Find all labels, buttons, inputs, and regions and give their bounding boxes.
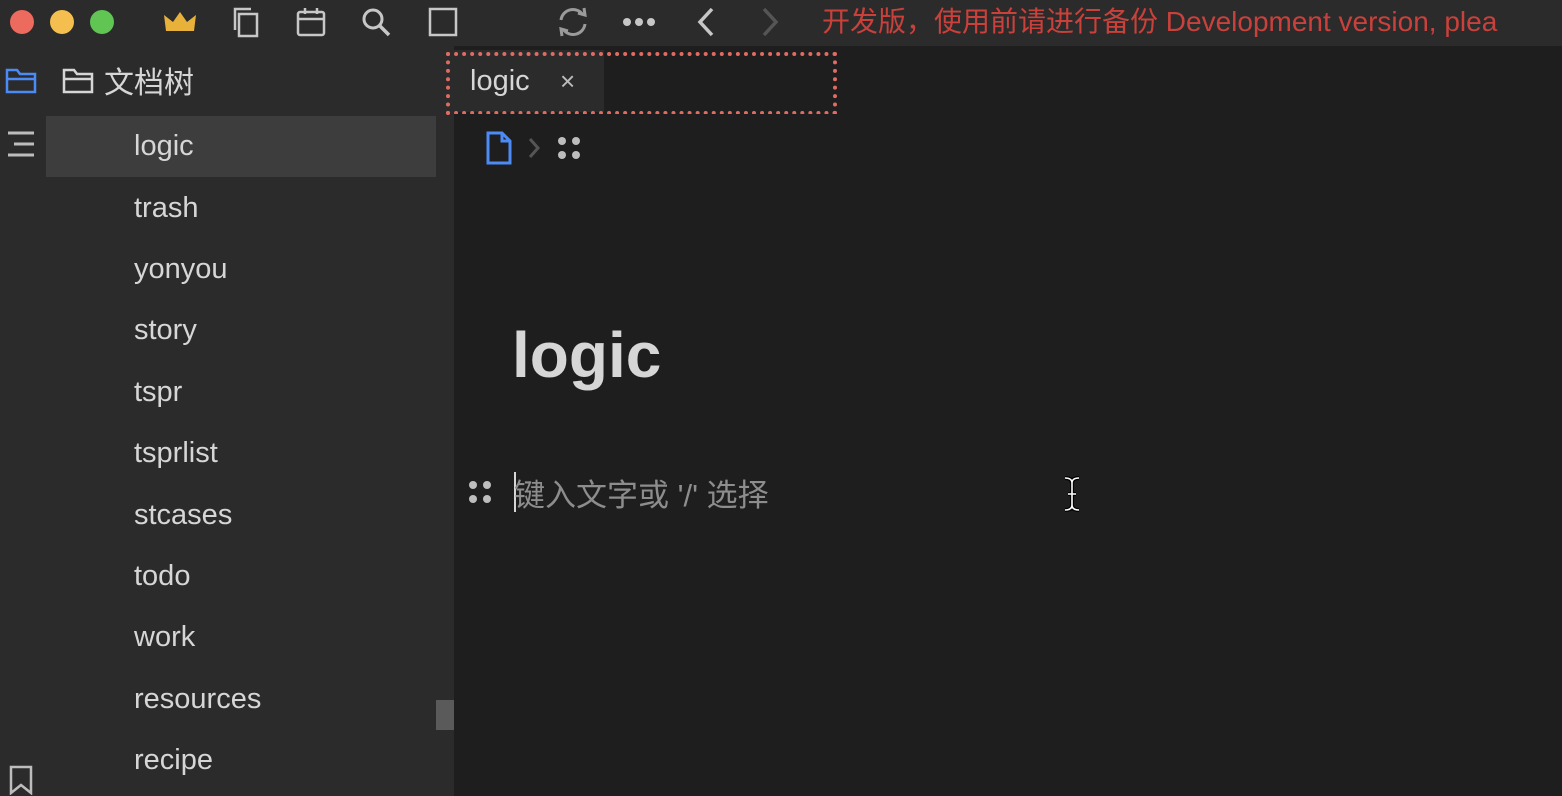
editor-block[interactable]: 键入文字或 '/' 选择 — [466, 470, 769, 514]
back-icon[interactable] — [688, 5, 724, 39]
ibeam-cursor-icon — [1064, 476, 1080, 512]
calendar-icon[interactable] — [293, 5, 329, 39]
development-version-banner: 开发版，使用前请进行备份 Development version, plea — [822, 6, 1498, 37]
tree-item-tsprlist[interactable]: tsprlist — [46, 423, 436, 484]
title-bar: 开发版，使用前请进行备份 Development version, plea — [0, 0, 1562, 46]
tree-item-resources[interactable]: resources — [46, 669, 436, 730]
tree-item-yonyou[interactable]: yonyou — [46, 239, 436, 300]
minimize-window-button[interactable] — [50, 10, 74, 34]
block-placeholder: 键入文字或 '/' 选择 — [514, 477, 769, 513]
tab-label: logic — [470, 64, 530, 97]
tab-close-icon[interactable]: × — [560, 66, 575, 97]
more-icon[interactable] — [621, 5, 657, 39]
editor: logic 键入文字或 '/' 选择 — [454, 114, 1562, 796]
copy-icon[interactable] — [228, 5, 264, 39]
crown-icon[interactable] — [162, 5, 198, 39]
breadcrumb — [484, 128, 584, 168]
square-icon[interactable] — [425, 5, 461, 39]
app-window: 开发版，使用前请进行备份 Development version, plea 文… — [0, 0, 1562, 796]
tree-item-trash[interactable]: trash — [46, 177, 436, 238]
close-window-button[interactable] — [10, 10, 34, 34]
tree-item-stcases[interactable]: stcases — [46, 484, 436, 545]
folder-icon — [62, 68, 94, 94]
file-tree-scrollbar[interactable] — [436, 700, 454, 730]
dock — [0, 46, 46, 796]
tree-item-story[interactable]: story — [46, 300, 436, 361]
tab-bar: logic × — [446, 46, 1562, 115]
tab-logic[interactable]: logic × — [454, 50, 604, 112]
search-icon[interactable] — [358, 5, 394, 39]
drag-handle-icon[interactable] — [466, 477, 496, 507]
tree-item-recipe[interactable]: recipe — [46, 730, 436, 791]
tree-item-todo[interactable]: todo — [46, 546, 436, 607]
tree-item-work[interactable]: work — [46, 607, 436, 668]
sync-icon[interactable] — [555, 5, 591, 39]
outline-icon — [8, 131, 34, 157]
bookmark-icon — [9, 765, 33, 795]
zoom-window-button[interactable] — [90, 10, 114, 34]
file-tree-title: 文档树 — [104, 67, 194, 100]
breadcrumb-separator-icon — [528, 138, 541, 158]
folder-icon — [5, 68, 37, 94]
tree-item-logic[interactable]: logic — [46, 116, 436, 178]
file-tree-dock-button[interactable] — [3, 62, 39, 98]
outline-dock-button[interactable] — [3, 126, 39, 162]
file-tree-list: logic trash yonyou story tspr tsprlist s… — [46, 116, 436, 791]
forward-icon[interactable] — [752, 5, 788, 39]
document-title[interactable]: logic — [512, 318, 661, 392]
file-tree-header: 文档树 — [62, 60, 194, 100]
tree-item-tspr[interactable]: tspr — [46, 362, 436, 423]
block-handle-icon[interactable] — [554, 133, 584, 163]
file-tree-panel: 文档树 logic trash yonyou story tspr tsprli… — [46, 46, 454, 796]
document-icon[interactable] — [484, 131, 514, 165]
bookmark-dock-button[interactable] — [3, 762, 39, 796]
